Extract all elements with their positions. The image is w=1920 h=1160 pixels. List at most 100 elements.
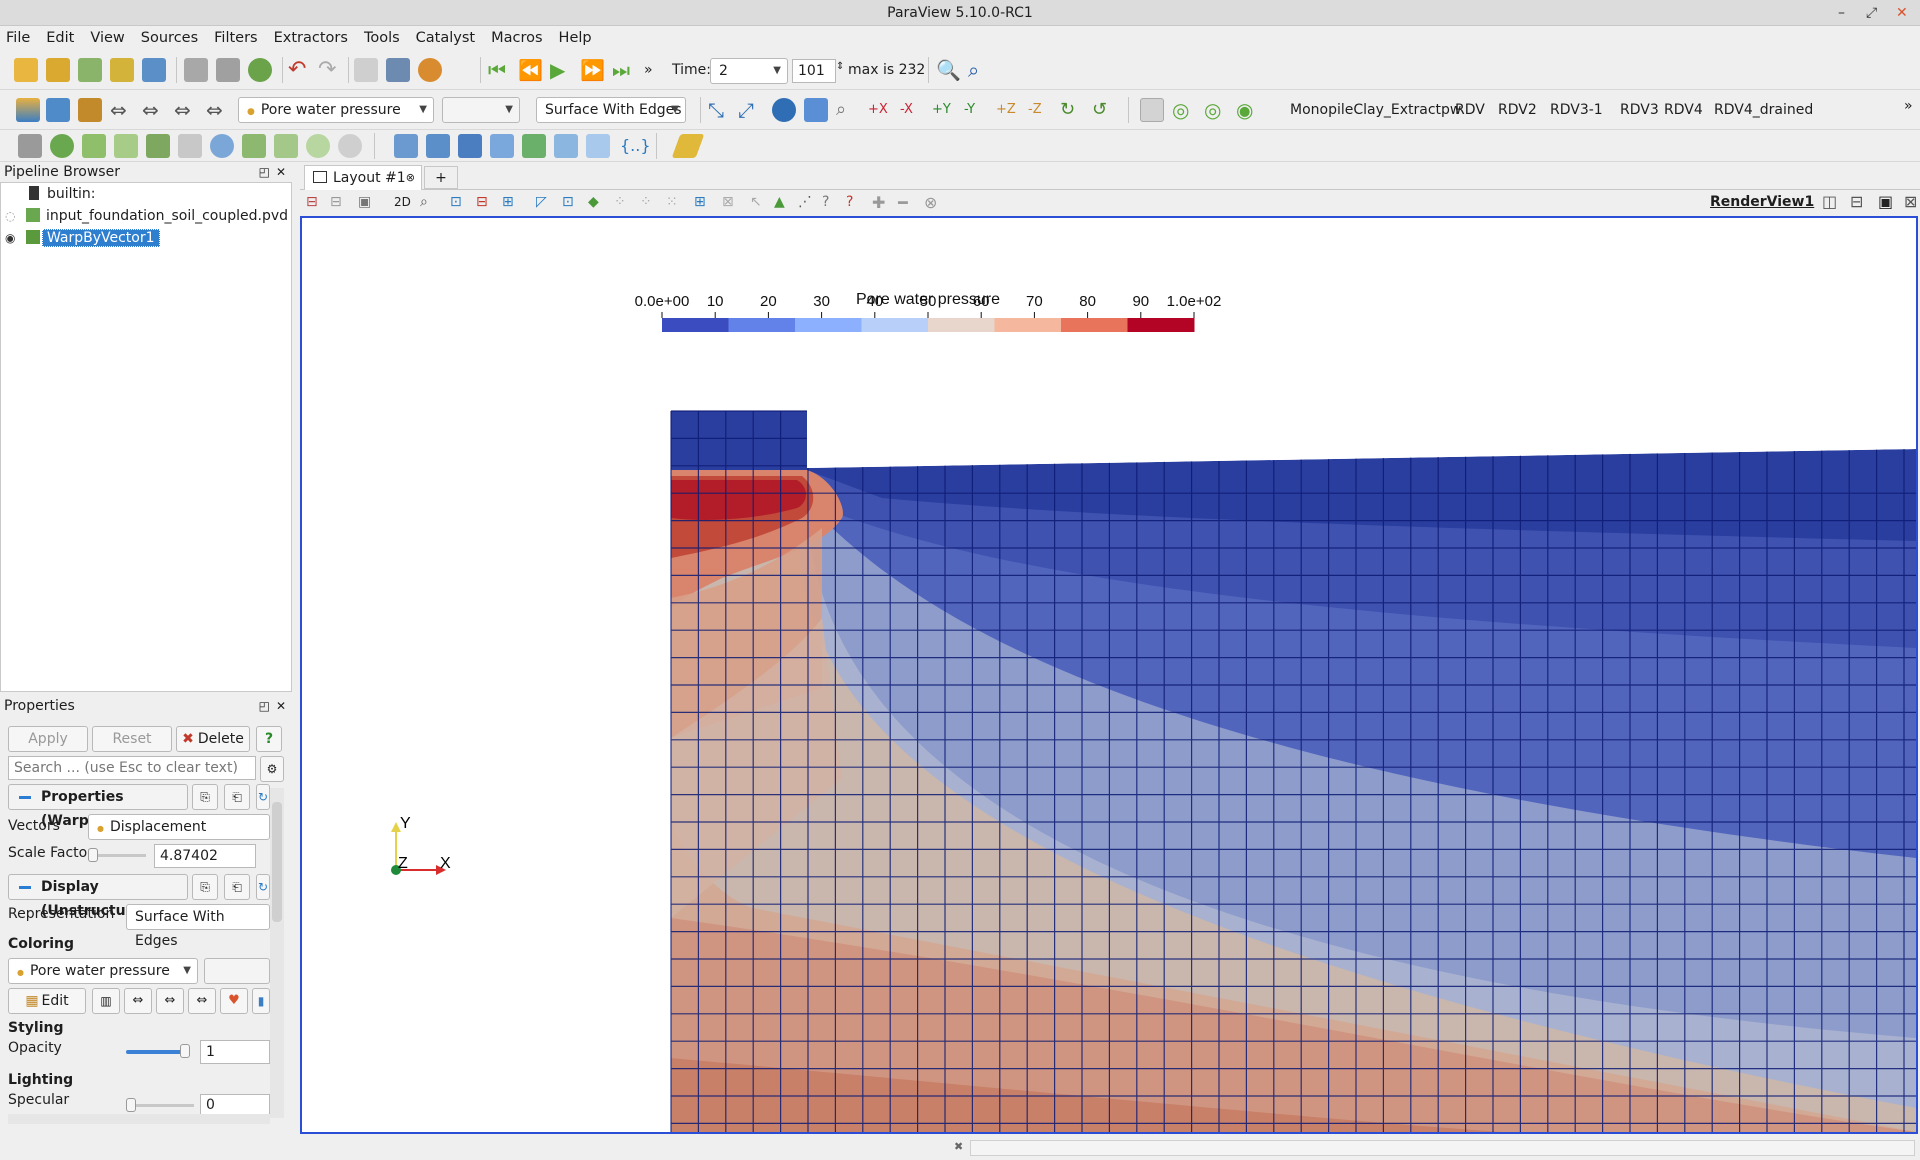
zoom-closest-icon[interactable]: ⌕	[836, 98, 860, 122]
clip-icon[interactable]	[82, 134, 106, 158]
macro-monopileclay[interactable]: MonopileClay_Extractpw	[1290, 102, 1461, 118]
rescale-temporal-icon[interactable]: ⇔	[206, 98, 230, 122]
colormap-editor-icon[interactable]: ▮	[252, 988, 270, 1014]
palette-icon[interactable]	[418, 58, 442, 82]
view-plus-y-icon[interactable]: +Y	[932, 98, 956, 122]
menu-catalyst[interactable]: Catalyst	[416, 30, 475, 46]
scale-factor-slider[interactable]	[90, 854, 146, 857]
load-state-icon[interactable]	[216, 58, 240, 82]
first-frame-icon[interactable]: ⏮	[488, 58, 512, 82]
rescale-icon[interactable]: ⇔	[124, 988, 152, 1014]
capture-render-icon[interactable]: ⊟	[330, 194, 342, 210]
pick-icon[interactable]: ↖	[750, 194, 762, 210]
slider-handle[interactable]	[126, 1098, 136, 1112]
opacity-field[interactable]: 1	[200, 1040, 270, 1064]
paste-icon[interactable]: ⎗	[224, 784, 250, 810]
overflow-icon[interactable]: »	[644, 58, 668, 82]
close-panel-icon[interactable]: ✕	[276, 162, 286, 182]
menu-view[interactable]: View	[90, 30, 124, 46]
time-combo[interactable]: 2 ▼	[710, 58, 788, 84]
menu-sources[interactable]: Sources	[141, 30, 198, 46]
snowflake-icon[interactable]	[586, 134, 610, 158]
paste-icon[interactable]: ⎗	[224, 874, 250, 900]
horizontal-scrollbar[interactable]	[8, 1114, 270, 1124]
view-plus-x-icon[interactable]: +X	[868, 98, 892, 122]
reload-icon[interactable]	[248, 58, 272, 82]
connect-icon[interactable]	[110, 58, 134, 82]
view-minus-y-icon[interactable]: -Y	[964, 98, 988, 122]
render-canvas[interactable]: Pore water pressure 0.0e+00 10 20 30 40 50 60 7…	[302, 218, 1916, 1132]
contour-icon[interactable]	[50, 134, 74, 158]
last-frame-icon[interactable]: ⏭	[612, 58, 636, 82]
copy-icon[interactable]: ⎘	[192, 784, 218, 810]
tab-layout-1[interactable]: Layout #1 ⊗	[304, 165, 422, 190]
rotate-plus-90-icon[interactable]: ↻	[1060, 98, 1084, 122]
interactive-select-icon[interactable]: ◆	[588, 194, 599, 210]
color-array-combo[interactable]: ● Pore water pressure ▼	[238, 97, 434, 123]
opacity-slider[interactable]	[126, 1050, 188, 1054]
macro-rdv3-1[interactable]: RDV3-1	[1550, 102, 1603, 118]
minimize-icon[interactable]: –	[1838, 0, 1845, 26]
maximize-icon[interactable]: ▣	[1878, 192, 1893, 211]
rescale-visible-icon[interactable]: ⇔	[174, 98, 198, 122]
glyph-icon[interactable]	[210, 134, 234, 158]
copy-icon[interactable]: ⎘	[192, 874, 218, 900]
screenshot-icon[interactable]: ▣	[358, 194, 371, 210]
orient-axes-icon[interactable]: ◉	[1236, 98, 1260, 122]
find-data-icon[interactable]: 🔍	[936, 58, 961, 82]
close-tab-icon[interactable]: ⊗	[406, 166, 415, 190]
add-layout-button[interactable]: +	[424, 166, 458, 189]
clear-selection-icon[interactable]: ⊗	[924, 193, 937, 212]
apply-button[interactable]: Apply	[8, 726, 88, 752]
legend-toggle-icon[interactable]: ▥	[92, 988, 120, 1014]
representation-combo[interactable]: Surface With Edges ▼	[536, 97, 686, 123]
select-points-icon[interactable]: ⊟	[476, 194, 488, 210]
float-panel-icon[interactable]: ◰	[259, 162, 270, 182]
pipeline-item[interactable]: builtin:	[29, 184, 96, 204]
query-icon[interactable]: ?	[846, 194, 853, 210]
macro-rdv[interactable]: RDV	[1455, 102, 1485, 118]
view-minus-z-icon[interactable]: -Z	[1028, 98, 1052, 122]
recent-icon[interactable]	[46, 58, 70, 82]
temporal-icon[interactable]	[554, 134, 578, 158]
menu-extractors[interactable]: Extractors	[274, 30, 348, 46]
split-horizontal-icon[interactable]: ◫	[1822, 192, 1837, 211]
color-legend[interactable]: Pore water pressure 0.0e+00 10 20 30 40 50 60 7…	[635, 291, 1222, 332]
pipeline-item-selected[interactable]: ◉ WarpByVector1	[5, 228, 160, 248]
interact-icon[interactable]	[354, 58, 378, 82]
status-close-icon[interactable]: ✖	[954, 1140, 963, 1153]
select-frustum-icon[interactable]: ⊞	[502, 194, 514, 210]
save-state-icon[interactable]	[184, 58, 208, 82]
mesh-surface[interactable]	[670, 410, 1916, 1132]
slider-handle[interactable]	[88, 848, 98, 862]
specular-slider[interactable]	[128, 1104, 194, 1107]
pipeline-item[interactable]: ◌ input_foundation_soil_coupled.pvd	[5, 206, 288, 226]
disconnect-icon[interactable]	[142, 58, 166, 82]
representation-prop-combo[interactable]: Surface With Edges	[126, 904, 270, 949]
redo-icon[interactable]: ↷	[318, 58, 342, 82]
macro-rdv4[interactable]: RDV4	[1664, 102, 1703, 118]
zoom-box-icon[interactable]	[804, 98, 828, 122]
menu-filters[interactable]: Filters	[214, 30, 257, 46]
split-vertical-icon[interactable]: ⊟	[1850, 192, 1863, 211]
restore-icon[interactable]: ⤢	[1866, 0, 1877, 26]
extract-subset-icon[interactable]	[178, 134, 202, 158]
query-icon[interactable]: ⌕	[968, 58, 992, 82]
choose-preset-icon[interactable]: ♥	[220, 988, 248, 1014]
properties-section-header[interactable]: Properties (WarpBy	[8, 784, 188, 829]
histogram-icon[interactable]	[458, 134, 482, 158]
time-step-field[interactable]: 101	[792, 59, 836, 83]
slider-handle[interactable]	[180, 1044, 190, 1058]
extract-level-icon[interactable]	[338, 134, 362, 158]
rescale-visible-icon[interactable]: ⇔	[188, 988, 216, 1014]
scrollbar-thumb[interactable]	[272, 802, 282, 922]
menu-file[interactable]: File	[6, 30, 30, 46]
select-interactive-cells-icon[interactable]: ⁙	[666, 194, 678, 210]
select-cells-icon[interactable]: ⊡	[450, 194, 462, 210]
colormap-icon[interactable]	[16, 98, 40, 122]
menu-edit[interactable]: Edit	[46, 30, 74, 46]
probe-icon[interactable]	[394, 134, 418, 158]
play-icon[interactable]: ▶	[550, 58, 574, 82]
view-name[interactable]: RenderView1	[1710, 194, 1814, 210]
grow-icon[interactable]: ⋰	[798, 194, 812, 210]
